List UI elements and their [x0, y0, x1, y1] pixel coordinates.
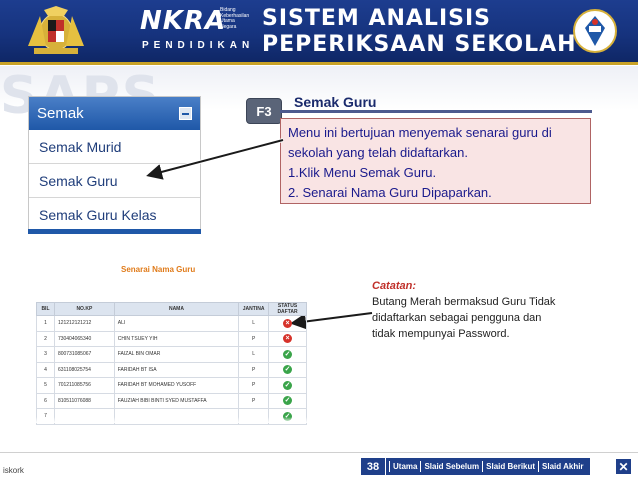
- nkra-brand: NKRA: [140, 6, 227, 36]
- cell-status: ×: [268, 315, 307, 332]
- cell-bil: 6: [36, 392, 55, 409]
- cell-kp: 810511076088: [53, 392, 115, 409]
- close-icon[interactable]: ✕: [615, 458, 632, 475]
- table-row: 6 810511076088 FAUZIAH BIBI BINTI SYED M…: [36, 392, 307, 409]
- nkra-brand-small: Bidang Keberhasilan Utama Negara: [220, 7, 250, 30]
- semak-menu-panel: Semak Semak Murid Semak Guru Semak Guru …: [28, 96, 201, 232]
- table-row: 1 121212121212 ALI L ×: [36, 315, 307, 332]
- cell-kp: 121212121212: [53, 315, 115, 332]
- step-badge: F3: [246, 98, 282, 124]
- cell-nama: FARIDAH BT MOHAMED YUSOFF: [113, 377, 240, 394]
- col-nama: NAMA: [113, 302, 240, 316]
- note-line-1: Butang Merah bermaksud Guru Tidak: [372, 296, 556, 308]
- nav-slaid-berikut[interactable]: Slaid Berikut: [482, 461, 538, 472]
- menu-item-semak-guru[interactable]: Semak Guru: [29, 164, 200, 198]
- cell-jantina: P: [238, 330, 270, 347]
- menu-item-semak-guru-kelas[interactable]: Semak Guru Kelas: [29, 198, 200, 232]
- step-title-underline: [280, 110, 592, 113]
- header-banner: NKRA Bidang Keberhasilan Utama Negara PE…: [0, 0, 638, 62]
- nkra-logo: NKRA Bidang Keberhasilan Utama Negara PE…: [140, 6, 250, 58]
- status-green-icon: ✓: [283, 396, 293, 406]
- status-red-icon[interactable]: ×: [283, 318, 293, 328]
- step-title: Semak Guru: [294, 94, 377, 110]
- cell-jantina: L: [238, 315, 270, 332]
- footer-divider: [0, 452, 638, 453]
- menu-bottom-bar: [28, 229, 201, 234]
- status-green-icon: ✓: [283, 349, 293, 359]
- note-line-2: didaftarkan sebagai pengguna dan: [372, 312, 542, 324]
- note-colon: :: [412, 280, 417, 292]
- system-title-line2: PEPERIKSAAN SEKOLAH: [262, 32, 577, 57]
- note-line-3: tidak mempunyai Password.: [372, 328, 510, 340]
- cell-status: ✓: [268, 377, 307, 394]
- nav-slaid-akhir[interactable]: Slaid Akhir: [538, 461, 587, 472]
- step-description-box: Menu ini bertujuan menyemak senarai guru…: [280, 118, 591, 204]
- note-label: Catatan: [372, 280, 413, 292]
- cell-jantina: P: [238, 392, 270, 409]
- status-green-icon: ✓: [283, 380, 293, 390]
- menu-header-label: Semak: [37, 105, 84, 122]
- cell-nama: FAUZIAH BIBI BINTI SYED MUSTAFFA: [113, 392, 240, 409]
- note-box: Catatan: Butang Merah bermaksud Guru Tid…: [372, 278, 604, 342]
- teacher-table: BIL NO.KP NAMA JANTINA STATUS DAFTAR 1 1…: [36, 302, 307, 425]
- cell-jantina: P: [238, 361, 270, 378]
- table-row: 3 800731085067 FAIZAL BIN OMAR L ✓: [36, 346, 307, 363]
- table-row: 5 701211085756 FARIDAH BT MOHAMED YUSOFF…: [36, 377, 307, 394]
- cell-nama: CHIN TSUEY YIH: [113, 330, 240, 347]
- menu-item-semak-murid[interactable]: Semak Murid: [29, 130, 200, 164]
- footer-left-text: iskork: [3, 466, 24, 475]
- cell-nama: FAIZAL BIN OMAR: [113, 346, 240, 363]
- teacher-list-title: Senarai Nama Guru: [121, 265, 196, 274]
- cell-status: ✓: [268, 361, 307, 378]
- cell-nama: FARIDAH BT ISA: [113, 361, 240, 378]
- table-header-row: BIL NO.KP NAMA JANTINA STATUS DAFTAR: [36, 302, 307, 316]
- cell-jantina: P: [238, 377, 270, 394]
- cell-kp: 631108025754: [53, 361, 115, 378]
- step-line-3: 1.Klik Menu Semak Guru.: [288, 165, 437, 180]
- cell-kp: 701211085756: [53, 377, 115, 394]
- cell-kp: 730404065340: [53, 330, 115, 347]
- cell-bil: 5: [36, 377, 55, 394]
- nav-utama[interactable]: Utama: [389, 461, 420, 472]
- nav-slaid-sebelum[interactable]: Slaid Sebelum: [420, 461, 482, 472]
- step-line-1: Menu ini bertujuan menyemak senarai guru…: [288, 125, 552, 140]
- page-number: 38: [361, 458, 385, 475]
- cell-bil: 1: [36, 315, 55, 332]
- step-line-4: 2. Senarai Nama Guru Dipaparkan.: [288, 185, 492, 200]
- table-row: 2 730404065340 CHIN TSUEY YIH P ×: [36, 330, 307, 347]
- table-row: 4 631108025754 FARIDAH BT ISA P ✓: [36, 361, 307, 378]
- cell-status: ×: [268, 330, 307, 347]
- ministry-logo-icon: [573, 9, 617, 53]
- menu-header[interactable]: Semak: [29, 97, 200, 130]
- table-fade: [36, 417, 307, 423]
- cell-bil: 3: [36, 346, 55, 363]
- cell-bil: 2: [36, 330, 55, 347]
- step-line-2: sekolah yang telah didaftarkan.: [288, 145, 468, 160]
- col-bil: BIL: [36, 302, 55, 316]
- status-red-icon[interactable]: ×: [283, 334, 293, 344]
- cell-jantina: L: [238, 346, 270, 363]
- nkra-subtitle: PENDIDIKAN: [142, 40, 255, 51]
- cell-status: ✓: [268, 392, 307, 409]
- cell-kp: 800731085067: [53, 346, 115, 363]
- cell-nama: ALI: [113, 315, 240, 332]
- col-status: STATUS DAFTAR: [268, 302, 307, 316]
- cell-status: ✓: [268, 346, 307, 363]
- col-nokp: NO.KP: [53, 302, 115, 316]
- header-stripe: [0, 62, 638, 65]
- cell-bil: 4: [36, 361, 55, 378]
- system-title-line1: SISTEM ANALISIS: [262, 6, 492, 31]
- status-green-icon: ✓: [283, 365, 293, 375]
- coat-of-arms-icon: [28, 6, 84, 54]
- slide-navigation: Utama Slaid Sebelum Slaid Berikut Slaid …: [386, 458, 590, 475]
- col-jantina: JANTINA: [238, 302, 270, 316]
- collapse-icon[interactable]: [179, 107, 192, 120]
